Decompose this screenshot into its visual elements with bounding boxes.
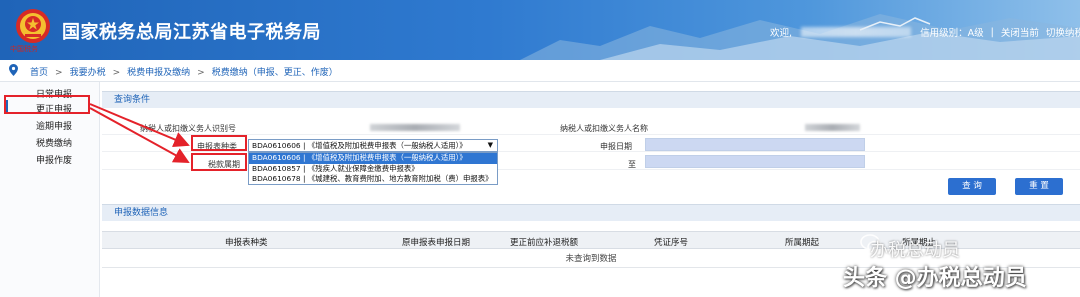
tax-emblem-icon bbox=[16, 9, 50, 43]
site-title: 国家税务总局江苏省电子税务局 bbox=[62, 22, 321, 43]
to-label: 至 bbox=[628, 160, 636, 169]
column-header: 凭证序号 bbox=[654, 238, 689, 248]
header-separator: | bbox=[990, 26, 994, 38]
redacted-user-name bbox=[801, 27, 912, 37]
dropdown-option[interactable]: BDA0610678 | 《城建税、教育费附加、地方教育附加税（费）申报表》 bbox=[249, 174, 497, 185]
taxpayer-name-label: 纳税人或扣缴义务人名称 bbox=[560, 124, 648, 133]
query-button[interactable]: 查 询 bbox=[948, 178, 996, 195]
annotation-box-tax-period bbox=[191, 153, 247, 171]
form-type-dropdown: BDA0610606 | 《增值税及附加税费申报表（一般纳税人适用）》 BDA0… bbox=[248, 152, 498, 185]
column-header: 申报表种类 bbox=[225, 238, 268, 248]
form-type-select[interactable]: BDA0610606 | 《增值税及附加税费申报表（一般纳税人适用）》 ▼ bbox=[248, 139, 498, 152]
sidebar-item-tax-payment[interactable]: 税费缴纳 bbox=[36, 136, 72, 149]
annotation-arrow bbox=[89, 107, 190, 163]
annotation-box-correction bbox=[4, 95, 90, 114]
declare-date-start-input[interactable] bbox=[645, 138, 865, 151]
location-pin-icon bbox=[9, 64, 18, 76]
sidebar-item-declaration-void[interactable]: 申报作废 bbox=[36, 153, 72, 166]
breadcrumb-tax-handling[interactable]: 我要办税 bbox=[70, 68, 106, 78]
annotation-box-form-type bbox=[191, 135, 247, 151]
watermark-brand: 办税总动员 bbox=[870, 240, 960, 261]
declare-date-end-input[interactable] bbox=[645, 155, 865, 168]
query-panel-title: 查询条件 bbox=[102, 91, 1080, 108]
column-header: 所属期起 bbox=[785, 238, 820, 248]
column-header: 原申报表申报日期 bbox=[402, 238, 471, 248]
breadcrumb-current[interactable]: 税费缴纳（申报、更正、作废） bbox=[212, 68, 338, 78]
breadcrumb-declaration-payment[interactable]: 税费申报及缴纳 bbox=[127, 68, 190, 78]
close-page-link[interactable]: 关闭当前 bbox=[1001, 25, 1039, 39]
taxpayer-id-label: 纳税人或扣缴义务人识别号 bbox=[140, 124, 236, 133]
declare-date-label: 申报日期 bbox=[600, 142, 632, 151]
redacted-taxpayer-id bbox=[370, 124, 460, 131]
watermark-toutiao: 头条 @办税总动员 bbox=[843, 266, 1027, 291]
redacted-taxpayer-name bbox=[805, 124, 860, 131]
breadcrumb-separator: > bbox=[55, 68, 63, 78]
credit-level: 信用级别：A级 bbox=[920, 28, 984, 39]
site-header: 中国税务 国家税务总局江苏省电子税务局 欢迎, 信用级别：A级 | 关闭当前 切… bbox=[0, 0, 1080, 60]
breadcrumb-home[interactable]: 首页 bbox=[30, 68, 48, 78]
dropdown-arrow-icon: ▼ bbox=[487, 141, 493, 149]
column-header: 更正前应补退税额 bbox=[510, 238, 579, 248]
results-panel-title: 申报数据信息 bbox=[102, 204, 1080, 221]
switch-taxpayer-link[interactable]: 切换纳税人 bbox=[1046, 25, 1080, 39]
user-area: 欢迎, 信用级别：A级 | 关闭当前 切换纳税人 bbox=[770, 25, 1080, 40]
breadcrumb: 首页 > 我要办税 > 税费申报及缴纳 > 税费缴纳（申报、更正、作废） bbox=[0, 60, 1080, 82]
sidebar: 日常申报 更正申报 逾期申报 税费缴纳 申报作废 bbox=[0, 82, 100, 297]
welcome-text: 欢迎, bbox=[770, 28, 793, 39]
reset-button[interactable]: 重 置 bbox=[1015, 178, 1063, 195]
form-type-selected-value: BDA0610606 | 《增值税及附加税费申报表（一般纳税人适用）》 bbox=[252, 141, 467, 150]
dropdown-option[interactable]: BDA0610857 | 《残疾人就业保障金缴费申报表》 bbox=[249, 164, 497, 175]
dropdown-option[interactable]: BDA0610606 | 《增值税及附加税费申报表（一般纳税人适用）》 bbox=[249, 153, 497, 164]
emblem-caption: 中国税务 bbox=[10, 45, 38, 53]
breadcrumb-separator: > bbox=[197, 68, 205, 78]
breadcrumb-separator: > bbox=[112, 68, 121, 78]
sidebar-item-overdue-declaration[interactable]: 逾期申报 bbox=[36, 119, 72, 132]
